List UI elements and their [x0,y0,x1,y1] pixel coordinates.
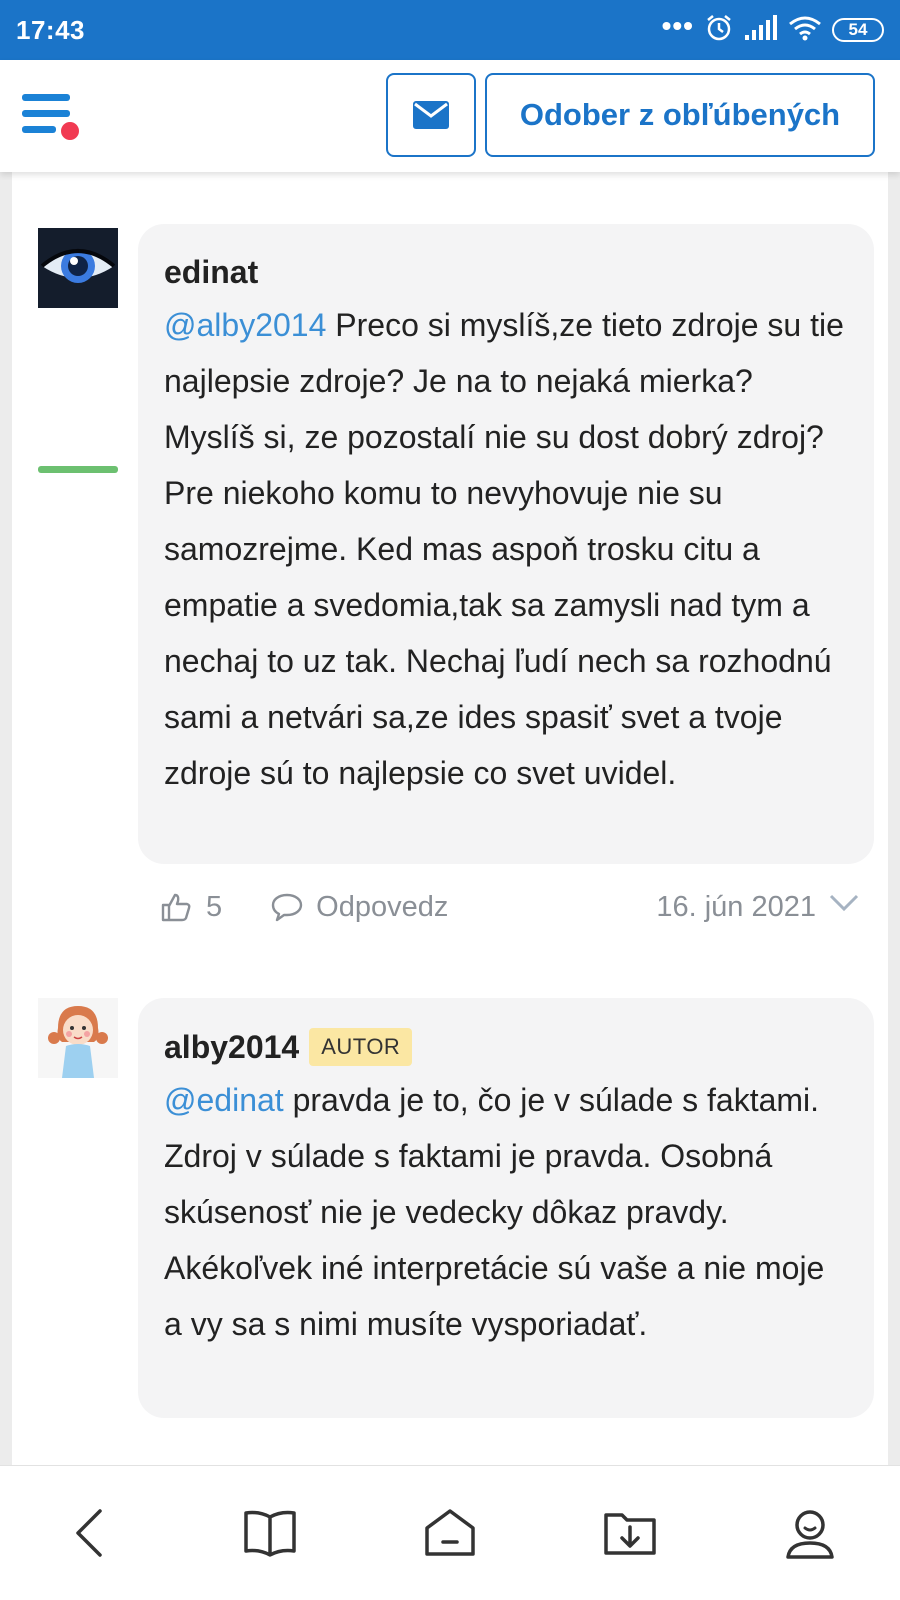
download-folder-icon[interactable] [585,1488,675,1578]
avatar[interactable] [38,228,118,308]
reply-button[interactable]: Odpovedz [270,891,448,924]
home-icon[interactable] [405,1488,495,1578]
content-area[interactable]: edinat @alby2014 Preco si myslíš,ze tiet… [0,172,900,1465]
comment-header: alby2014 AUTOR [164,1028,850,1066]
message-button[interactable] [386,73,476,157]
comment-body: pravda je to, čo je v súlade s faktami. … [164,1082,825,1342]
user-status-bar [38,466,118,473]
status-time: 17:43 [16,14,85,45]
mention-link[interactable]: @alby2014 [164,307,326,343]
comment-bubble: edinat @alby2014 Preco si myslíš,ze tiet… [138,224,874,864]
remove-favorite-button[interactable]: Odober z obľúbených [485,73,875,157]
more-dots-icon: ••• [661,10,694,41]
thumbs-up-icon [161,893,191,922]
comment-header: edinat [164,254,850,291]
comment-text: @alby2014 Preco si myslíš,ze tieto zdroj… [164,297,850,801]
girl-avatar-image [38,998,118,1078]
reply-label: Odpovedz [316,890,449,923]
battery-icon: 54 [832,18,884,42]
envelope-icon [413,101,449,129]
comment-author[interactable]: edinat [164,254,258,291]
like-button[interactable]: 5 [160,891,222,924]
status-icons: ••• 54 [661,10,884,48]
profile-icon[interactable] [765,1488,855,1578]
chevron-down-icon[interactable] [828,891,860,924]
bottom-navigation [0,1465,900,1600]
comment-date: 16. jún 2021 [656,890,816,923]
comment-body: Preco si myslíš,ze tieto zdroje su tie n… [164,307,844,791]
avatar[interactable] [38,998,118,1078]
comment-author[interactable]: alby2014 [164,1029,299,1066]
mention-link[interactable]: @edinat [164,1082,284,1118]
wifi-icon [788,15,822,46]
author-badge: AUTOR [309,1028,413,1066]
status-bar: 17:43 ••• 54 [0,0,900,60]
notification-dot [59,120,81,142]
book-icon[interactable] [225,1488,315,1578]
back-icon[interactable] [45,1488,135,1578]
signal-icon [744,14,778,46]
speech-bubble-icon [271,893,303,922]
comment-actions: 5 Odpovedz 16. jún 2021 [160,882,860,932]
comment-list: edinat @alby2014 Preco si myslíš,ze tiet… [12,172,888,1465]
comment-text: @edinat pravda je to, čo je v súlade s f… [164,1072,850,1352]
app-header: Odober z obľúbených [0,60,900,172]
comment-bubble: alby2014 AUTOR @edinat pravda je to, čo … [138,998,874,1418]
eye-avatar-image [38,228,118,308]
hamburger-menu-icon[interactable] [22,90,86,146]
like-count: 5 [206,890,223,923]
alarm-icon [704,13,734,48]
